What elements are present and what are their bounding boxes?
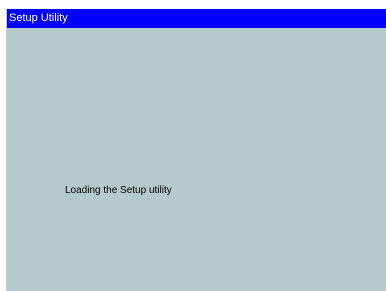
window-client-area: Loading the Setup utility	[7, 28, 386, 291]
title-bar[interactable]: Setup Utility	[7, 9, 386, 28]
window-title: Setup Utility	[9, 12, 68, 24]
loading-status-text: Loading the Setup utility	[65, 185, 172, 196]
setup-utility-window: Setup Utility Loading the Setup utility	[6, 9, 386, 291]
